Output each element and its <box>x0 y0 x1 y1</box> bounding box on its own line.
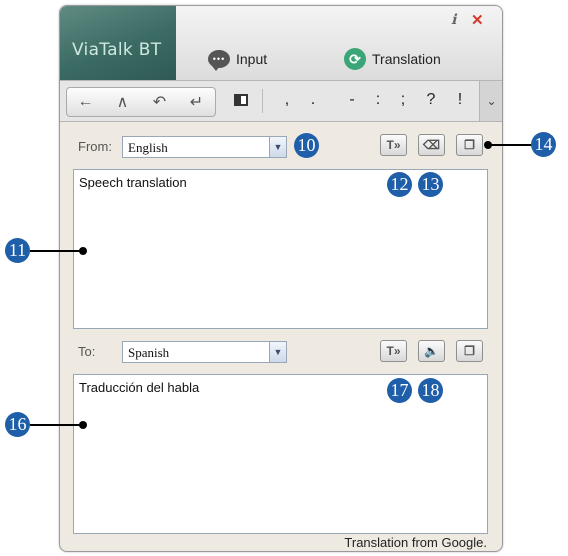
copy-target-button[interactable]: ❐ <box>456 340 483 362</box>
callout-11-line <box>30 250 82 252</box>
chevron-down-icon[interactable]: ⌄ <box>479 81 502 121</box>
speaker-icon: 🔈 <box>424 344 439 358</box>
footer-attribution: Translation from Google. <box>344 535 487 550</box>
callout-16: 16 <box>5 412 30 437</box>
chat-bubble-icon: ••• <box>208 50 230 71</box>
callout-17: 17 <box>387 378 412 403</box>
tab-input[interactable]: ••• Input <box>208 47 267 71</box>
chevron-down-icon: ▼ <box>269 137 286 157</box>
tab-input-label: Input <box>236 51 268 67</box>
undo-icon[interactable]: ↶ <box>141 88 178 116</box>
callout-11-dot <box>79 247 87 255</box>
eraser-icon: ⌫ <box>423 138 440 152</box>
caret-up-icon[interactable]: ∧ <box>104 88 141 116</box>
tab-translation-label: Translation <box>372 51 441 67</box>
app-logo: ViaTalk BT <box>60 6 176 80</box>
toolbar-divider <box>262 89 263 113</box>
punct-question-button[interactable]: ? <box>424 91 438 109</box>
copy-button[interactable]: ❐ <box>456 134 483 156</box>
punct-semicolon-button[interactable]: ; <box>396 91 410 109</box>
to-language-value: Spanish <box>128 345 170 360</box>
punct-period-button[interactable]: . <box>306 91 320 109</box>
clear-button[interactable]: ⌫ <box>418 134 445 156</box>
enter-icon[interactable]: ↵ <box>178 88 215 116</box>
callout-16-line <box>30 424 82 426</box>
to-language-select[interactable]: Spanish ▼ <box>122 341 287 363</box>
from-language-select[interactable]: English ▼ <box>122 136 287 158</box>
toolbar: ← ∧ ↶ ↵ , . - : ; ? ! ⌄ <box>60 81 502 122</box>
from-language-value: English <box>128 140 168 155</box>
app-window: ViaTalk BT ℹ ✕ ••• Input ⟳ Translation ←… <box>59 5 503 552</box>
help-icon[interactable]: ℹ <box>451 12 456 28</box>
punct-colon-button[interactable]: : <box>371 91 385 109</box>
callout-11: 11 <box>5 238 30 263</box>
copy-icon: ❐ <box>464 138 475 152</box>
edit-nav-group: ← ∧ ↶ ↵ <box>66 87 216 117</box>
refresh-icon: ⟳ <box>344 48 366 70</box>
callout-16-dot <box>79 421 87 429</box>
callout-18: 18 <box>418 378 443 403</box>
translate-back-button[interactable]: T» <box>380 340 407 362</box>
callout-10: 10 <box>294 133 319 158</box>
layout-toggle-icon[interactable] <box>234 94 248 106</box>
callout-12: 12 <box>387 172 412 197</box>
callout-13: 13 <box>418 172 443 197</box>
chevron-down-icon: ▼ <box>269 342 286 362</box>
translate-button[interactable]: T» <box>380 134 407 156</box>
left-arrow-icon[interactable]: ← <box>67 88 104 116</box>
close-icon[interactable]: ✕ <box>471 11 484 29</box>
callout-14: 14 <box>531 132 556 157</box>
tab-translation[interactable]: ⟳ Translation <box>344 47 441 71</box>
from-label: From: <box>78 139 112 154</box>
speak-button[interactable]: 🔈 <box>418 340 445 362</box>
app-logo-text: ViaTalk BT <box>72 40 162 60</box>
punct-comma-button[interactable]: , <box>280 91 294 109</box>
punct-exclamation-button[interactable]: ! <box>453 91 467 109</box>
punct-dash-button[interactable]: - <box>345 91 359 109</box>
target-text: Traducción del habla <box>79 380 200 395</box>
callout-14-line <box>487 144 532 146</box>
translate-icon: T» <box>386 138 401 152</box>
translate-icon: T» <box>386 344 401 358</box>
title-bar: ViaTalk BT ℹ ✕ ••• Input ⟳ Translation <box>60 6 502 81</box>
callout-14-dot <box>484 141 492 149</box>
copy-icon: ❐ <box>464 344 475 358</box>
to-label: To: <box>78 344 96 359</box>
source-text: Speech translation <box>79 175 187 190</box>
